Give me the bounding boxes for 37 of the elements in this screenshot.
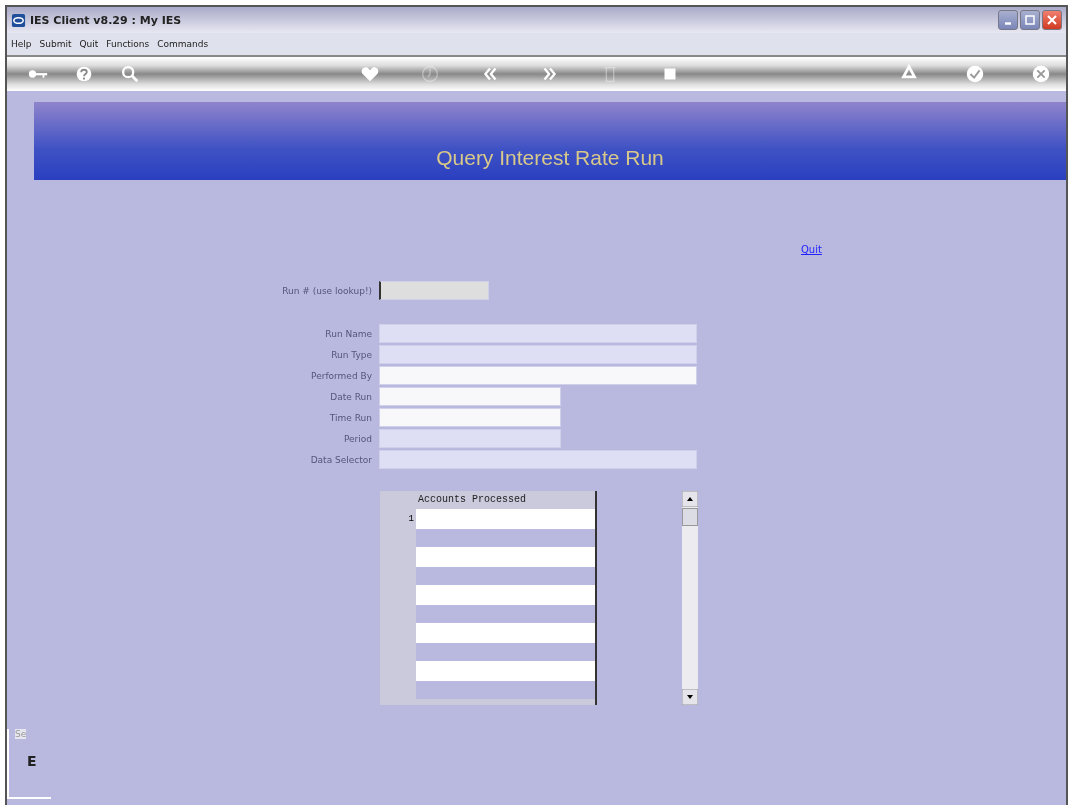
maximize-button[interactable] xyxy=(1020,10,1040,30)
input-field[interactable] xyxy=(379,387,561,406)
input-field[interactable] xyxy=(379,366,697,385)
maximize-icon xyxy=(1025,15,1035,25)
search-icon[interactable] xyxy=(119,63,141,85)
menu-item[interactable]: Help xyxy=(11,39,32,49)
window-title: IES Client v8.29 : My IES xyxy=(30,13,182,27)
run-number-field[interactable] xyxy=(379,281,489,300)
close-icon[interactable] xyxy=(1030,63,1052,85)
minimize-icon xyxy=(1005,21,1011,25)
input-field[interactable] xyxy=(379,408,561,427)
app-icon xyxy=(11,12,26,28)
panel-text: E xyxy=(27,753,37,769)
scrollbar[interactable] xyxy=(682,491,698,705)
field-label: Run Type xyxy=(330,349,372,360)
quit-link[interactable]: Quit xyxy=(801,244,822,255)
close-icon xyxy=(1047,15,1057,25)
field-label: Run Name xyxy=(324,328,372,339)
field-label: Period xyxy=(342,433,372,444)
menu-item[interactable]: Commands xyxy=(157,39,209,49)
scroll-thumb[interactable] xyxy=(682,508,698,526)
scroll-down-icon[interactable] xyxy=(682,689,698,705)
column-header: Accounts Processed xyxy=(417,493,528,507)
close-button[interactable] xyxy=(1042,10,1062,30)
field-label: Data Selector xyxy=(309,454,372,465)
page-title: Query Interest Rate Run xyxy=(436,146,664,170)
field-label: Run # (use lookup!) xyxy=(281,285,372,296)
field-label: Performed By xyxy=(310,370,372,381)
menu-item[interactable]: Submit xyxy=(39,39,72,49)
row-number: 1 xyxy=(408,513,414,526)
field-label: Date Run xyxy=(329,391,372,402)
menu-item[interactable]: Functions xyxy=(106,39,150,49)
field-label: Time Run xyxy=(328,412,372,423)
check-icon[interactable] xyxy=(964,63,986,85)
menu-item[interactable]: Quit xyxy=(79,39,99,49)
minimize-button[interactable] xyxy=(998,10,1018,30)
scroll-up-icon[interactable] xyxy=(682,491,698,507)
